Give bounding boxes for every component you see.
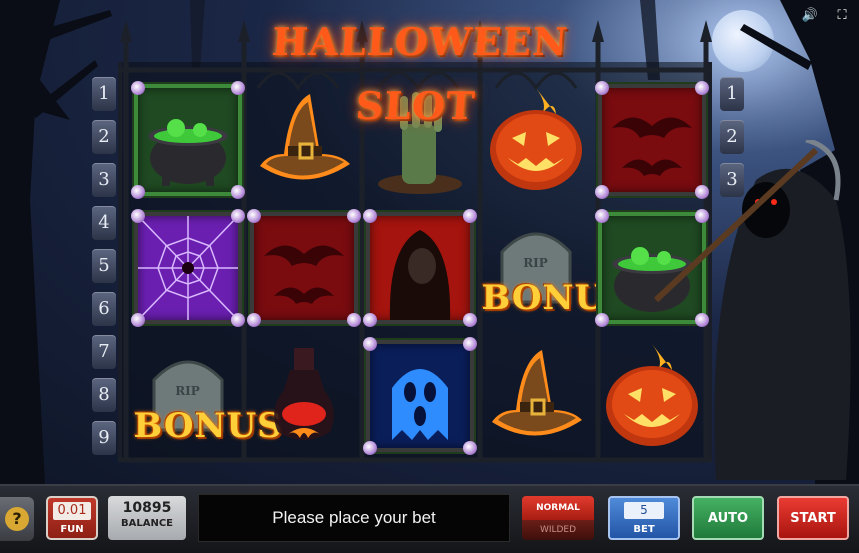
balance-label: BALANCE [120, 518, 173, 529]
jack-o-lantern-symbol [482, 84, 590, 196]
balance-display: 10895 BALANCE [108, 496, 186, 540]
ghost-icon [391, 369, 448, 440]
mode-wilded-option[interactable]: WILDED [522, 520, 594, 540]
witch-hat-icon [491, 350, 582, 436]
reel-cell: RIP BONUS [478, 204, 631, 332]
witch-hat-symbol [482, 340, 590, 452]
coin-value: 0.01 [53, 502, 91, 520]
reel-cell [362, 204, 477, 332]
speaker-icon[interactable]: 🔊 [801, 8, 819, 24]
rip-label: RIP [175, 384, 200, 398]
reel-cell [246, 332, 361, 460]
mode-toggle[interactable]: NORMAL WILDED [522, 496, 594, 540]
payline-button[interactable]: 1 [720, 77, 744, 111]
help-button[interactable]: ? [0, 497, 34, 541]
reel-cell [130, 204, 245, 332]
coin-value-button[interactable]: 0.01 FUN [46, 496, 98, 540]
tombstone-bonus-symbol: RIP BONUS [481, 212, 631, 324]
bats-symbol [246, 209, 361, 327]
help-icon: ? [5, 507, 29, 531]
tombstone-bonus-symbol: RIP BONUS [133, 340, 283, 452]
witch-hat-icon [259, 94, 350, 180]
coin-label: FUN [60, 524, 84, 535]
bet-label: BET [633, 524, 655, 535]
reel-cell [478, 332, 593, 460]
payline-button[interactable]: 9 [92, 421, 116, 455]
reel-cell [362, 332, 477, 460]
start-button[interactable]: START [777, 496, 849, 540]
potion-icon [273, 348, 334, 440]
spiderweb-symbol [130, 209, 245, 327]
reel-cell [478, 76, 593, 204]
ghost-symbol [362, 337, 477, 455]
bonus-label: BONUS [133, 406, 283, 446]
payline-numbers-left: 1 2 3 4 5 6 7 8 9 [92, 77, 116, 455]
rip-label: RIP [523, 256, 548, 270]
payline-button[interactable]: 3 [92, 163, 116, 197]
cauldron-symbol [130, 81, 245, 199]
bonus-label: BONUS [481, 278, 631, 318]
spiderweb-icon [136, 215, 239, 321]
top-controls: 🔊 ⛶ [801, 8, 851, 24]
payline-button[interactable]: 2 [92, 120, 116, 154]
game-title: HALLOWEEN SLOT [270, 19, 570, 128]
potion-symbol [250, 340, 358, 452]
fullscreen-icon[interactable]: ⛶ [833, 8, 851, 24]
payline-button[interactable]: 7 [92, 335, 116, 369]
payline-button[interactable]: 8 [92, 378, 116, 412]
bet-value: 5 [624, 502, 664, 519]
bet-button[interactable]: 5 BET [608, 496, 680, 540]
pumpkin-icon [489, 88, 582, 190]
balance-value: 10895 [122, 500, 172, 516]
grim-reaper-character [653, 140, 851, 480]
bats-icon [263, 245, 344, 304]
status-message: Please place your bet [198, 494, 510, 542]
auto-button[interactable]: AUTO [692, 496, 764, 540]
payline-button[interactable]: 5 [92, 249, 116, 283]
reel-cell [246, 204, 361, 332]
reel-cell [130, 76, 245, 204]
payline-button[interactable]: 6 [92, 292, 116, 326]
reel-cell: RIP BONUS [130, 332, 283, 460]
cauldron-icon [147, 119, 228, 186]
witch-hat-symbol [250, 84, 358, 196]
payline-button[interactable]: 1 [92, 77, 116, 111]
payline-button[interactable]: 4 [92, 206, 116, 240]
hooded-figure-icon [389, 230, 450, 320]
hooded-reaper-symbol [362, 209, 477, 327]
mode-normal-option[interactable]: NORMAL [522, 496, 594, 520]
reel-cell [246, 76, 361, 204]
